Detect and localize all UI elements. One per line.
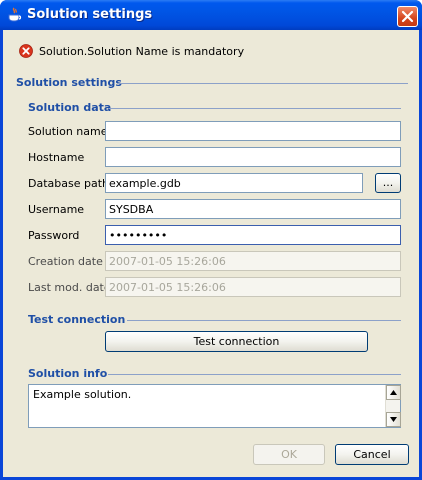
- section-solution-data: Solution data: [28, 101, 112, 114]
- password-label: Password: [28, 229, 80, 242]
- database-path-label: Database path: [28, 177, 109, 190]
- java-cup-icon: [6, 7, 22, 23]
- title-bar[interactable]: Solution settings: [0, 0, 422, 30]
- section-divider: [108, 374, 401, 375]
- scroll-up-arrow-icon: [390, 390, 397, 395]
- hostname-label: Hostname: [28, 151, 85, 164]
- last-mod-date-label: Last mod. date: [28, 281, 111, 294]
- window-title: Solution settings: [27, 7, 153, 22]
- username-label: Username: [28, 203, 85, 216]
- scroll-down-button[interactable]: [386, 412, 401, 427]
- scroll-down-arrow-icon: [390, 417, 397, 422]
- error-text: Solution.Solution Name is mandatory: [39, 45, 245, 58]
- cancel-button[interactable]: Cancel: [335, 444, 409, 465]
- password-input[interactable]: [105, 225, 401, 245]
- section-divider: [109, 108, 401, 109]
- solution-info-textarea[interactable]: Example solution.: [28, 384, 401, 428]
- creation-date-label: Creation date: [28, 255, 103, 268]
- dialog-window: Solution settings Solution.Solution Name…: [0, 0, 422, 480]
- section-solution-info: Solution info: [28, 367, 108, 380]
- database-path-input[interactable]: [105, 173, 363, 193]
- close-icon: [401, 10, 414, 23]
- browse-button[interactable]: ...: [375, 173, 401, 193]
- solution-name-label: Solution name: [28, 125, 108, 138]
- dialog-body: Solution.Solution Name is mandatory Solu…: [3, 30, 419, 477]
- ok-button[interactable]: OK: [253, 444, 325, 465]
- test-connection-button[interactable]: Test connection: [105, 331, 368, 352]
- error-icon: [19, 44, 33, 58]
- scroll-up-button[interactable]: [386, 385, 401, 400]
- solution-info-text: Example solution.: [33, 388, 132, 401]
- solution-name-input[interactable]: [105, 121, 401, 141]
- section-test-connection: Test connection: [28, 313, 126, 326]
- hostname-input[interactable]: [105, 147, 401, 167]
- section-divider: [118, 83, 408, 84]
- username-input[interactable]: [105, 199, 401, 219]
- last-mod-date-field: [105, 277, 401, 297]
- vertical-scrollbar[interactable]: [385, 385, 401, 427]
- creation-date-field: [105, 251, 401, 271]
- section-solution-settings: Solution settings: [16, 76, 122, 89]
- close-button[interactable]: [397, 6, 418, 27]
- section-divider: [127, 320, 401, 321]
